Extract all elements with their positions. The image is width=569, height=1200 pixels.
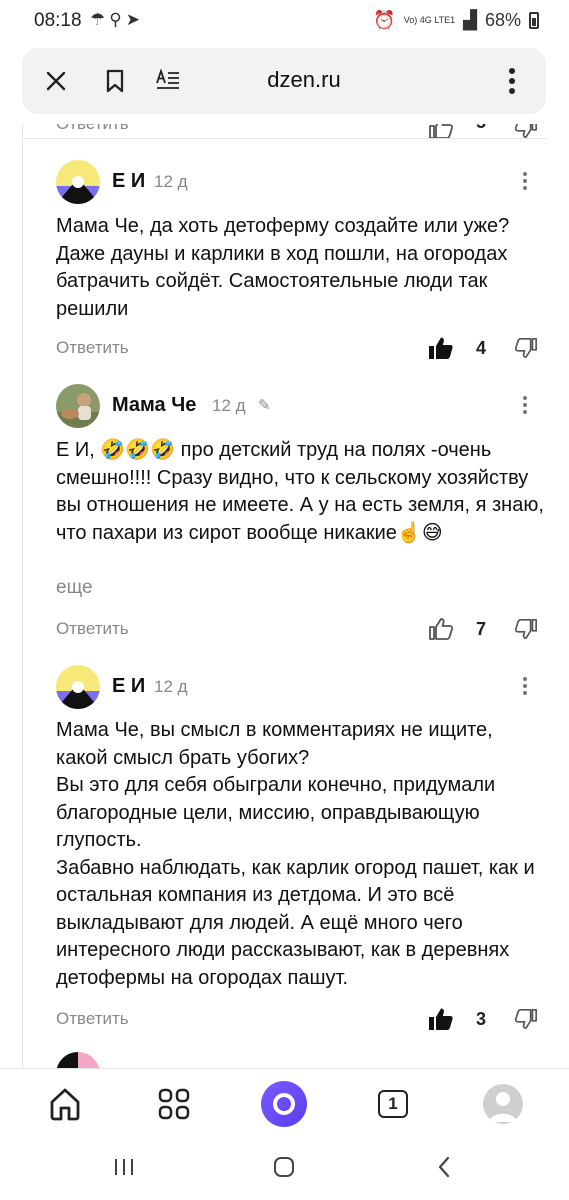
profile-button[interactable] (480, 1081, 526, 1127)
reply-button[interactable]: Ответить (56, 619, 129, 639)
edited-pencil-icon: ✎ (258, 397, 271, 414)
avatar[interactable] (56, 160, 100, 204)
status-right: ⏰ Vo) 4G LTE1 ▟ 68% (373, 10, 539, 31)
divider (22, 138, 547, 139)
dislike-icon[interactable] (514, 336, 538, 360)
signal-icon: ▟ (463, 10, 477, 30)
back-button[interactable] (424, 1152, 464, 1182)
home-button[interactable] (42, 1081, 88, 1127)
like-count: 3 (476, 1009, 487, 1029)
tabs-count: 1 (378, 1090, 408, 1118)
avatar-ei-image (56, 665, 100, 709)
reply-button[interactable]: Ответить (56, 124, 129, 134)
like-outline-icon[interactable] (428, 617, 454, 641)
avatar[interactable] (56, 1052, 100, 1068)
alice-button[interactable] (261, 1081, 307, 1127)
comment-text: Мама Че, да хоть детоферму создайте или … (56, 215, 510, 320)
comment-menu-button[interactable] (520, 396, 530, 418)
services-button[interactable] (151, 1081, 197, 1127)
home-system-button[interactable] (264, 1152, 304, 1182)
avatar[interactable] (56, 384, 100, 428)
battery-level: 68% (484, 10, 521, 30)
back-chevron-icon (438, 1156, 450, 1178)
navigation-icon: ➤ (125, 10, 144, 29)
like-count: 5 (476, 124, 486, 133)
profile-avatar-icon (483, 1084, 523, 1124)
reply-button[interactable]: Ответить (56, 1009, 129, 1029)
bottom-nav: 1 (0, 1068, 569, 1138)
grid-icon (158, 1088, 190, 1120)
umbrella-icon: ☂ (90, 10, 110, 29)
home-square-icon (274, 1157, 294, 1177)
system-nav-bar (0, 1138, 569, 1200)
author-name[interactable]: Е И (112, 170, 145, 193)
more-vertical-icon (509, 68, 515, 94)
status-time: 08:18 (34, 10, 82, 31)
comments-area: Ответить 5 Е И 12 д Мама Че, да хоть дет… (0, 124, 569, 1068)
comment-age: 12 д (212, 396, 246, 415)
status-left-icons: ☂⚲➤ (90, 10, 144, 30)
home-icon (50, 1088, 80, 1121)
menu-button[interactable] (496, 65, 528, 97)
network-indicator: Vo) 4G LTE1 (403, 15, 456, 25)
dislike-icon[interactable] (514, 1007, 538, 1031)
recent-apps-icon (115, 1159, 133, 1175)
show-more-link[interactable]: еще (56, 577, 93, 599)
battery-icon (529, 12, 539, 29)
tabs-button[interactable]: 1 (370, 1081, 416, 1127)
comment-age: 12 д (154, 677, 188, 696)
avatar[interactable] (56, 665, 100, 709)
author-name[interactable]: Мама Че (112, 394, 196, 417)
author-name[interactable]: Е И (112, 675, 145, 698)
alarm-icon: ⏰ (373, 10, 396, 30)
comment-text: Е И, 🤣🤣🤣 про детский труд на полях -очен… (56, 439, 544, 544)
thread-line (22, 124, 23, 1068)
reply-button[interactable]: Ответить (56, 338, 129, 358)
status-bar: 08:18 ☂⚲➤ ⏰ Vo) 4G LTE1 ▟ 68% (0, 0, 569, 44)
comment-text: Мама Че, вы смысл в комментариях не ищит… (56, 719, 535, 989)
comment-age: 12 д (154, 172, 188, 191)
search-icon: ⚲ (109, 10, 126, 29)
recent-apps-button[interactable] (104, 1152, 144, 1182)
avatar-ei-image (56, 160, 100, 204)
address-host[interactable]: dzen.ru (22, 67, 546, 93)
avatar-mama-che-image (56, 384, 100, 428)
like-count: 7 (476, 619, 487, 639)
comment-menu-button[interactable] (520, 172, 530, 194)
like-filled-icon[interactable] (428, 1007, 454, 1031)
dislike-icon[interactable] (514, 617, 538, 641)
comment-menu-button[interactable] (520, 677, 530, 699)
alice-icon (261, 1081, 307, 1127)
like-filled-icon[interactable] (428, 336, 454, 360)
like-count: 4 (476, 338, 487, 358)
address-bar: dzen.ru (22, 48, 546, 114)
